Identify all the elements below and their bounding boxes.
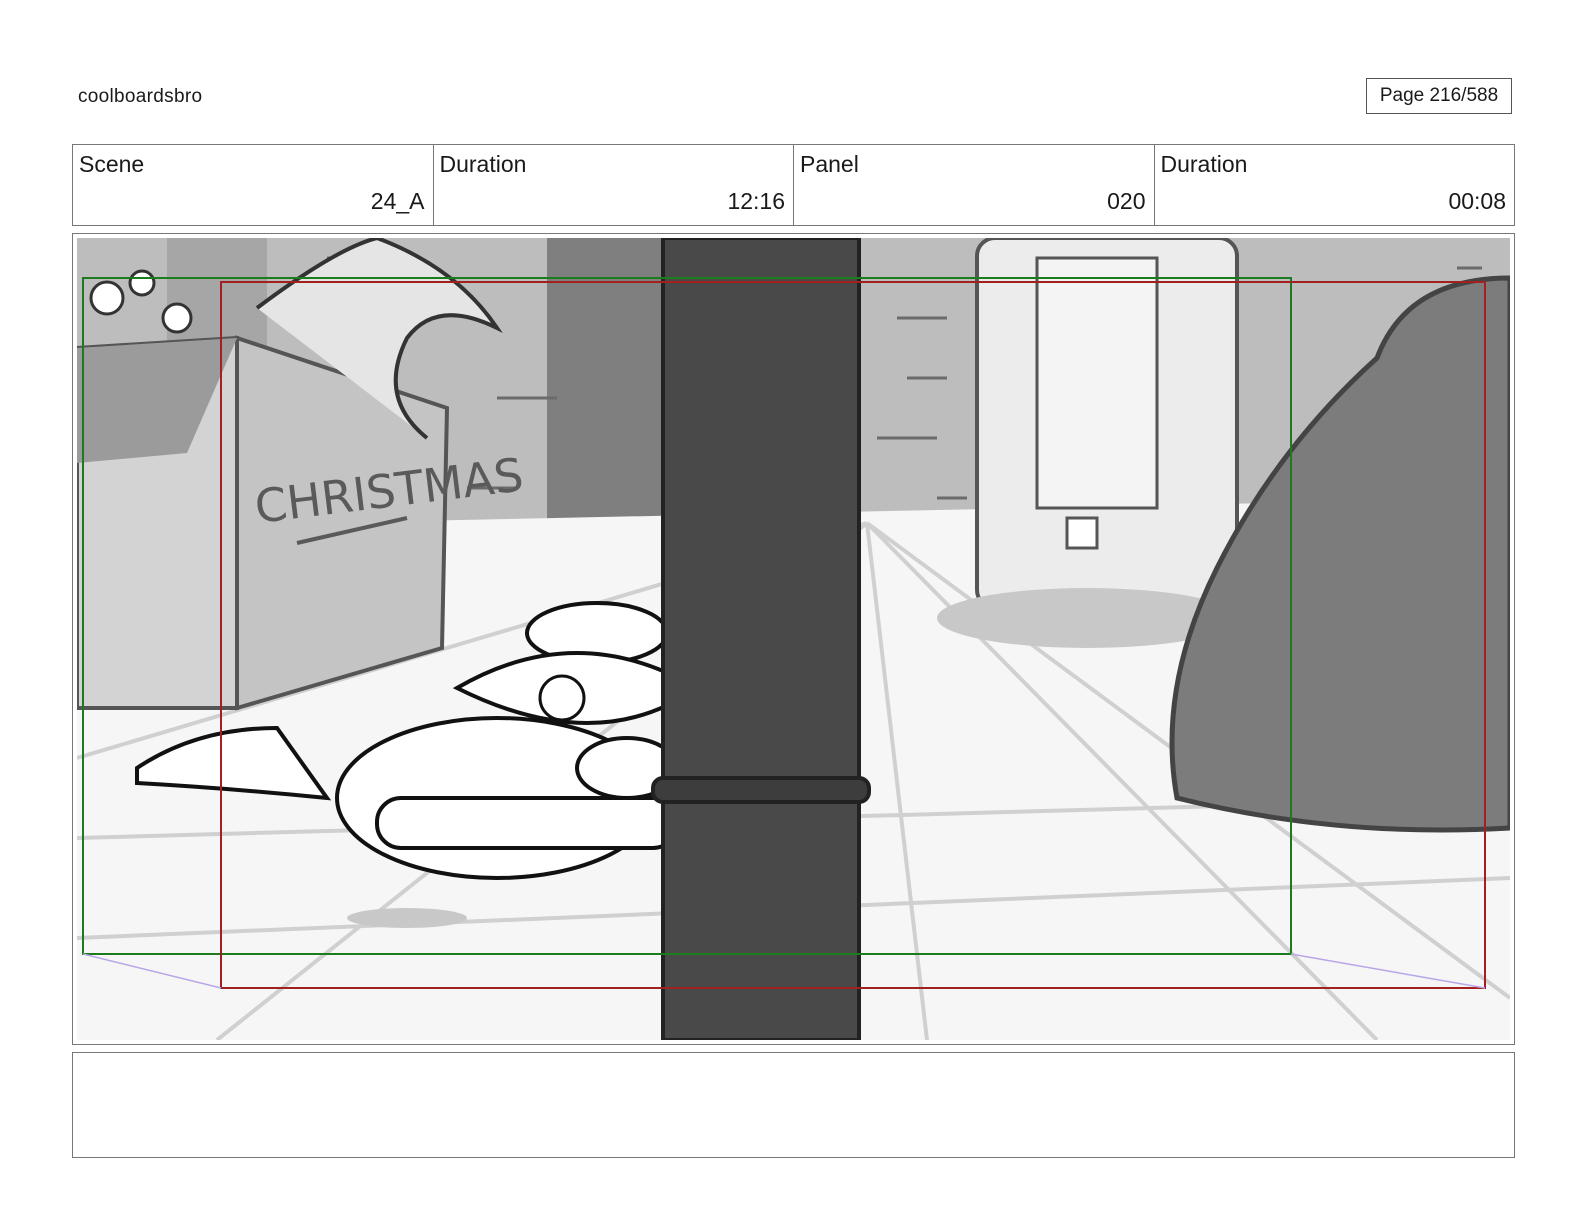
scene-duration-value: 12:16 — [727, 188, 785, 214]
scene-label: Scene — [79, 151, 145, 177]
panel-duration-value: 00:08 — [1448, 188, 1506, 214]
panel-value: 020 — [1107, 188, 1146, 214]
pole-collar — [651, 776, 871, 804]
hat-flower-icon — [538, 674, 586, 722]
appliance-valve — [1065, 516, 1099, 550]
scene-duration-cell: Duration 12:16 — [434, 145, 794, 225]
appliance-panel — [1035, 256, 1159, 510]
page-counter: Page 216/588 — [1366, 78, 1512, 114]
brand-name: coolboardsbro — [78, 86, 203, 107]
scene-cell: Scene 24_A — [73, 145, 434, 225]
panel-notes[interactable] — [72, 1052, 1515, 1158]
panel-info-table: Scene 24_A Duration 12:16 Panel 020 Dura… — [72, 144, 1515, 226]
storyboard-panel: CHRISTMAS — [72, 233, 1515, 1045]
storyboard-sketch: CHRISTMAS — [77, 238, 1510, 1040]
character-arm — [375, 796, 679, 850]
panel-duration-label: Duration — [1160, 151, 1248, 177]
scene-value: 24_A — [370, 188, 425, 214]
panel-cell: Panel 020 — [794, 145, 1155, 225]
foreground-pole — [661, 238, 861, 1040]
character-shadow — [347, 908, 467, 928]
scene-duration-label: Duration — [439, 151, 527, 177]
panel-label: Panel — [800, 151, 859, 177]
panel-duration-cell: Duration 00:08 — [1155, 145, 1515, 225]
